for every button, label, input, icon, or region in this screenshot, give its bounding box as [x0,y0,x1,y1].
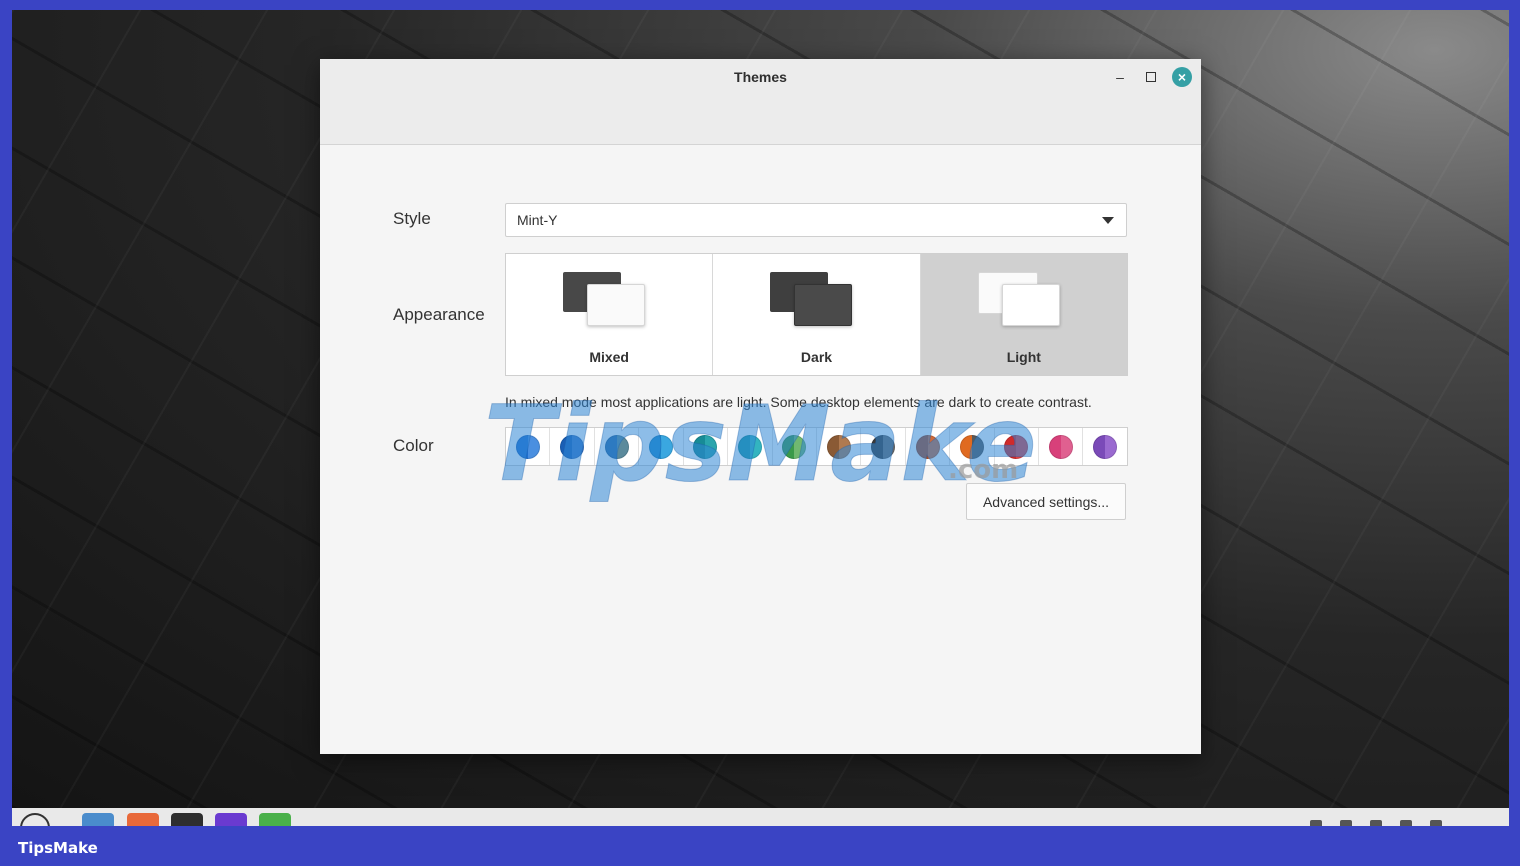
appearance-option-mixed[interactable]: Mixed [506,254,714,375]
chevron-down-icon [1102,217,1114,224]
appearance-selector: Mixed Dark Light [505,253,1128,376]
color-option-pink[interactable] [1039,428,1084,465]
appearance-label: Appearance [393,305,485,324]
appearance-option-dark[interactable]: Dark [713,254,921,375]
themes-window: Themes – × Style Mint-Y Appearance Mixed… [320,59,1201,754]
color-swatch-icon [1093,434,1118,459]
mixed-theme-icon [563,272,645,328]
style-selected-value: Mint-Y [517,212,558,228]
color-option-brown[interactable] [906,428,951,465]
files-launcher-icon[interactable] [82,813,114,826]
dark-theme-icon [770,272,853,328]
color-option-sand[interactable] [817,428,862,465]
title-bar[interactable]: Themes – × [320,59,1201,145]
software-manager-icon[interactable] [127,813,159,826]
update-manager-icon[interactable] [259,813,291,826]
appearance-option-light[interactable]: Light [920,254,1127,375]
color-swatch-icon [915,434,940,459]
style-label: Style [393,209,431,228]
color-selector [505,427,1128,466]
color-option-grey[interactable] [861,428,906,465]
color-option-teal[interactable] [684,428,729,465]
advanced-settings-button[interactable]: Advanced settings... [966,483,1126,520]
taskbar-panel [12,808,1509,826]
footer-bar: TipsMake [0,826,1520,866]
minimize-button[interactable]: – [1110,67,1130,87]
color-swatch-icon [560,434,585,459]
color-swatch-icon [648,434,673,459]
color-swatch-icon [604,434,629,459]
color-label: Color [393,436,434,455]
color-option-cyan[interactable] [728,428,773,465]
color-swatch-icon [737,434,762,459]
window-title: Themes [734,69,787,85]
color-swatch-icon [693,434,718,459]
close-button[interactable]: × [1172,67,1192,87]
terminal-icon[interactable] [171,813,203,826]
color-option-purple[interactable] [1083,428,1126,465]
appearance-description: In mixed mode most applications are ligh… [505,394,1092,410]
color-option-red[interactable] [995,428,1040,465]
color-swatch-icon [782,434,807,459]
color-option-sky[interactable] [639,428,684,465]
color-swatch-icon [959,434,984,459]
color-option-green[interactable] [773,428,817,465]
color-swatch-icon [515,434,540,459]
footer-brand: TipsMake [18,839,98,857]
mint-menu-icon[interactable] [20,813,50,826]
color-swatch-icon [1048,434,1073,459]
color-swatch-icon [871,434,896,459]
color-option-orange[interactable] [950,428,995,465]
style-dropdown[interactable]: Mint-Y [505,203,1127,237]
appearance-option-label: Dark [800,349,833,365]
light-theme-icon [977,272,1060,328]
color-option-blue-grey[interactable] [595,428,640,465]
appearance-option-label: Light [1006,349,1041,365]
color-swatch-icon [826,434,851,459]
maximize-icon [1146,72,1156,82]
maximize-button[interactable] [1141,67,1161,87]
color-option-blue[interactable] [550,428,595,465]
themes-app-icon[interactable] [215,813,247,826]
color-swatch-icon [1004,434,1029,459]
appearance-option-label: Mixed [589,349,629,365]
color-option-aqua-blue[interactable] [506,428,551,465]
